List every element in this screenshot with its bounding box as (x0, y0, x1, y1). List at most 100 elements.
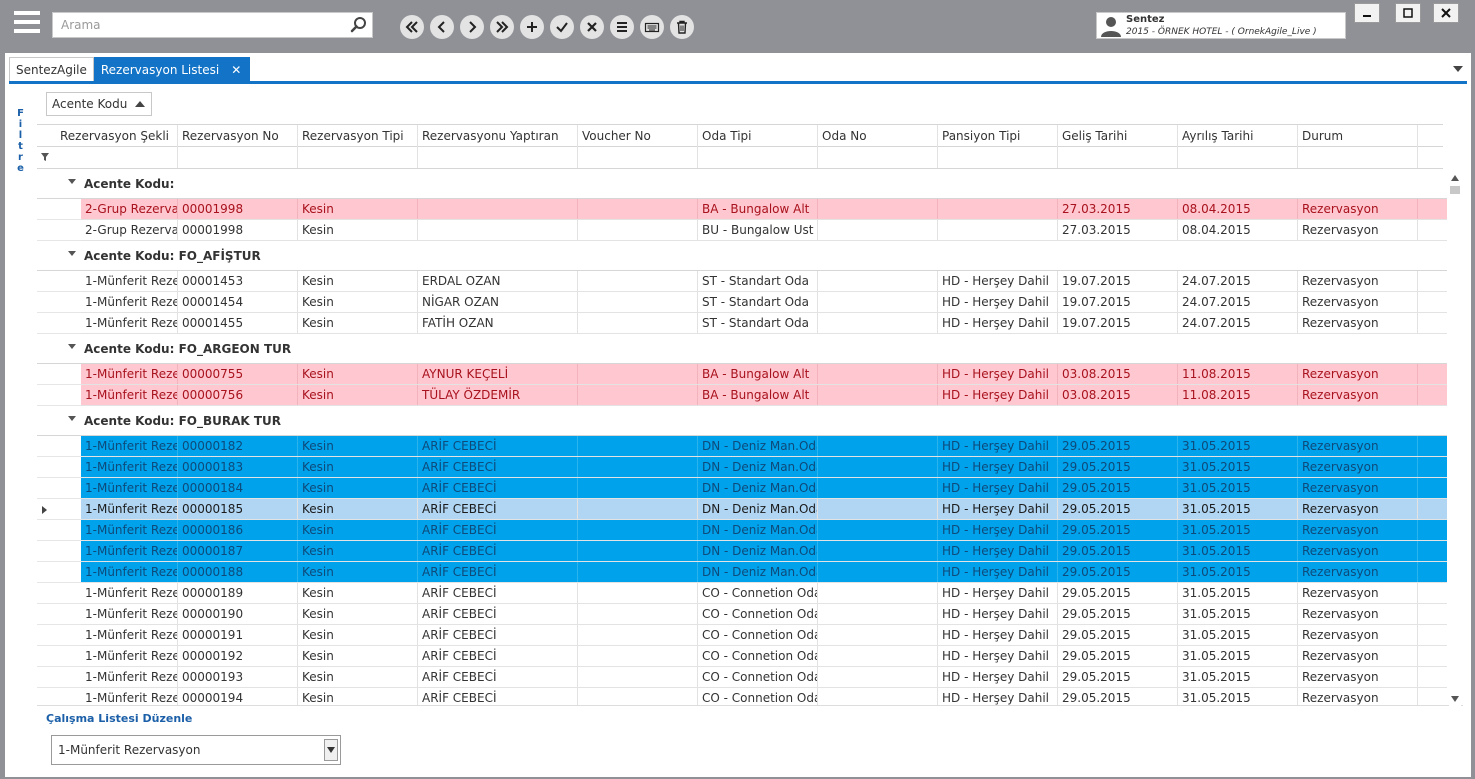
table-cell[interactable]: 1-Münferit Rezerva... (81, 385, 178, 405)
table-cell[interactable]: Rezervasyon (1298, 457, 1418, 477)
row-indicator[interactable] (37, 364, 81, 385)
table-cell[interactable] (578, 385, 698, 405)
cancel-record-button[interactable] (580, 15, 604, 39)
list-view-button[interactable] (610, 15, 634, 39)
table-cell[interactable]: ARİF CEBECİ (418, 562, 578, 582)
table-row[interactable]: 1-Münferit Rezerva...00000186KesinARİF C… (37, 520, 1447, 541)
row-indicator[interactable] (37, 541, 81, 562)
table-cell[interactable]: ARİF CEBECİ (418, 478, 578, 498)
table-cell[interactable]: ARİF CEBECİ (418, 499, 578, 519)
table-cell[interactable]: 31.05.2015 (1178, 436, 1298, 456)
table-cell[interactable]: 31.05.2015 (1178, 583, 1298, 603)
table-cell[interactable]: Rezervasyon (1298, 646, 1418, 666)
table-cell[interactable] (578, 499, 698, 519)
table-cell[interactable]: 00000755 (178, 364, 298, 384)
table-cell[interactable]: 31.05.2015 (1178, 478, 1298, 498)
table-cell[interactable]: 03.08.2015 (1058, 385, 1178, 405)
column-filter-cell[interactable] (938, 147, 1058, 168)
work-list-label[interactable]: Çalışma Listesi Düzenle (46, 712, 192, 725)
table-cell[interactable] (818, 292, 938, 312)
table-cell[interactable]: HD - Herşey Dahil (938, 478, 1058, 498)
table-cell[interactable]: 00000192 (178, 646, 298, 666)
table-cell[interactable]: 31.05.2015 (1178, 541, 1298, 561)
table-cell[interactable]: 00000186 (178, 520, 298, 540)
table-cell[interactable] (818, 220, 938, 240)
table-cell[interactable] (578, 292, 698, 312)
table-cell[interactable]: 1-Münferit Rezerva... (81, 667, 178, 687)
table-cell[interactable]: 00000183 (178, 457, 298, 477)
scroll-up-icon[interactable] (1451, 175, 1459, 181)
table-cell[interactable] (818, 688, 938, 705)
table-cell[interactable]: ARİF CEBECİ (418, 541, 578, 561)
table-cell[interactable]: DN - Deniz Man.Oda (698, 436, 818, 456)
table-cell[interactable]: ARİF CEBECİ (418, 646, 578, 666)
table-cell[interactable]: 29.05.2015 (1058, 604, 1178, 624)
table-row[interactable]: 1-Münferit Rezerva...00000756KesinTÜLAY … (37, 385, 1447, 406)
table-cell[interactable]: Kesin (298, 364, 418, 384)
table-cell[interactable]: HD - Herşey Dahil (938, 625, 1058, 645)
table-cell[interactable]: 31.05.2015 (1178, 520, 1298, 540)
table-cell[interactable] (578, 457, 698, 477)
row-indicator[interactable] (37, 604, 81, 625)
row-indicator[interactable] (37, 436, 81, 457)
table-cell[interactable] (818, 199, 938, 219)
table-row[interactable]: 1-Münferit Rezerva...00000192KesinARİF C… (37, 646, 1447, 667)
table-cell[interactable]: 19.07.2015 (1058, 292, 1178, 312)
table-cell[interactable] (578, 478, 698, 498)
table-cell[interactable]: HD - Herşey Dahil (938, 562, 1058, 582)
row-indicator[interactable] (37, 520, 81, 541)
scroll-thumb[interactable] (1450, 186, 1460, 194)
table-cell[interactable]: BA - Bungalow Alt (698, 199, 818, 219)
table-cell[interactable]: Rezervasyon (1298, 364, 1418, 384)
row-indicator[interactable] (37, 625, 81, 646)
table-cell[interactable]: NİGAR OZAN (418, 292, 578, 312)
table-cell[interactable] (578, 364, 698, 384)
table-cell[interactable]: Kesin (298, 271, 418, 291)
table-cell[interactable] (578, 625, 698, 645)
table-cell[interactable] (578, 646, 698, 666)
table-cell[interactable]: CO - Connetion Oda (698, 667, 818, 687)
table-cell[interactable]: 00000191 (178, 625, 298, 645)
table-cell[interactable]: 29.05.2015 (1058, 478, 1178, 498)
table-cell[interactable]: 2-Grup Rezervasyo... (81, 220, 178, 240)
table-cell[interactable]: DN - Deniz Man.Oda (698, 478, 818, 498)
table-cell[interactable]: Kesin (298, 583, 418, 603)
table-cell[interactable] (578, 199, 698, 219)
table-cell[interactable]: 29.05.2015 (1058, 520, 1178, 540)
table-cell[interactable]: Rezervasyon (1298, 667, 1418, 687)
row-indicator[interactable] (37, 499, 81, 520)
table-cell[interactable]: 00000189 (178, 583, 298, 603)
table-cell[interactable]: 1-Münferit Rezerva... (81, 271, 178, 291)
tab-close-icon[interactable]: ✕ (231, 63, 241, 77)
table-cell[interactable]: DN - Deniz Man.Oda (698, 457, 818, 477)
table-cell[interactable]: Kesin (298, 562, 418, 582)
table-cell[interactable]: 29.05.2015 (1058, 583, 1178, 603)
table-cell[interactable]: Rezervasyon (1298, 478, 1418, 498)
row-indicator[interactable] (37, 646, 81, 667)
table-cell[interactable] (818, 478, 938, 498)
row-indicator[interactable] (37, 667, 81, 688)
work-list-dropdown-button[interactable] (324, 739, 338, 761)
table-cell[interactable] (578, 688, 698, 705)
table-cell[interactable] (578, 313, 698, 333)
table-cell[interactable]: DN - Deniz Man.Oda (698, 562, 818, 582)
table-cell[interactable]: 1-Münferit Rezerva... (81, 562, 178, 582)
column-header[interactable]: Rezervasyon Şekli (56, 125, 178, 147)
table-cell[interactable]: Rezervasyon (1298, 625, 1418, 645)
table-cell[interactable] (818, 604, 938, 624)
table-cell[interactable]: HD - Herşey Dahil (938, 313, 1058, 333)
table-cell[interactable]: 29.05.2015 (1058, 625, 1178, 645)
table-cell[interactable] (818, 313, 938, 333)
table-cell[interactable]: Kesin (298, 385, 418, 405)
tab-rezervasyon-listesi[interactable]: Rezervasyon Listesi ✕ (93, 57, 251, 83)
row-indicator[interactable] (37, 478, 81, 499)
table-cell[interactable]: 24.07.2015 (1178, 292, 1298, 312)
table-cell[interactable]: 00000194 (178, 688, 298, 705)
row-indicator[interactable] (37, 457, 81, 478)
table-cell[interactable]: 31.05.2015 (1178, 604, 1298, 624)
search-input[interactable] (53, 13, 343, 37)
hamburger-menu-icon[interactable] (14, 11, 40, 37)
table-cell[interactable] (578, 583, 698, 603)
column-filter-cell[interactable] (1058, 147, 1178, 168)
table-cell[interactable]: DN - Deniz Man.Oda (698, 499, 818, 519)
